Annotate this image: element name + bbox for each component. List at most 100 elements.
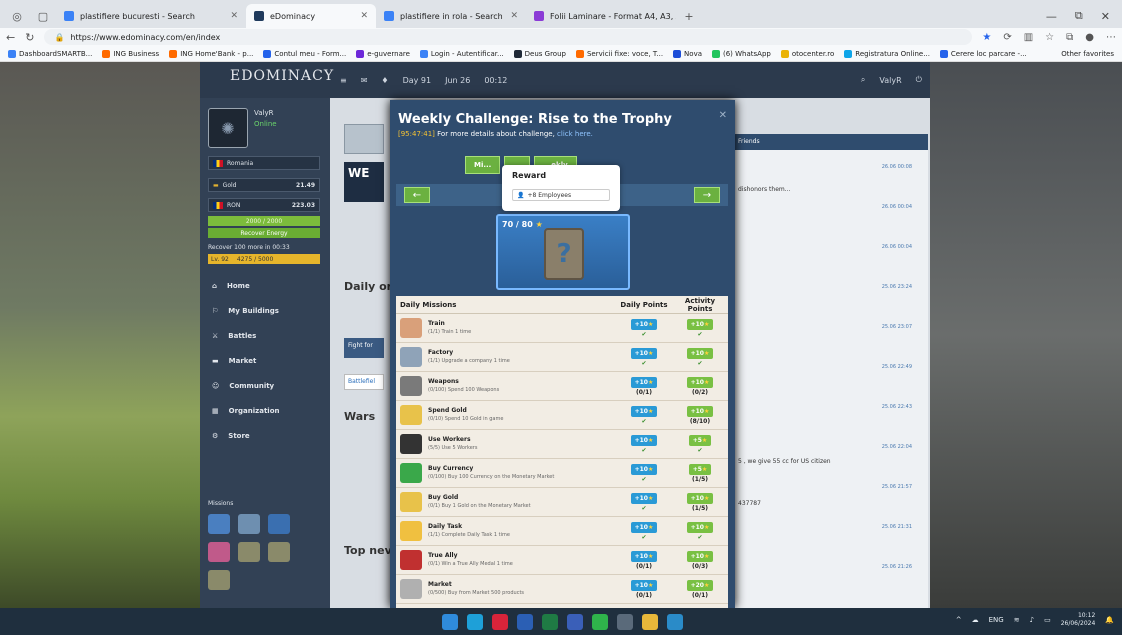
bookmark-item[interactable]: Cerere loc parcare -... [939,49,1027,58]
profile-name[interactable]: ValyR [254,108,277,119]
refresh-icon[interactable]: ↻ [25,31,34,44]
feed-timestamp[interactable]: 26.06 00:08 [852,164,912,170]
profile-icon[interactable]: ● [1085,32,1094,43]
browser-tab[interactable]: Folii Laminare - Format A4, A3, A✕ [526,4,676,28]
mission-icon[interactable] [238,542,260,562]
app-icon[interactable] [617,614,633,630]
bookmark-item[interactable]: Login - Autentificar... [419,49,504,58]
menu-icon[interactable]: ≡ [340,76,347,85]
bookmark-item[interactable]: Deus Group [513,49,566,58]
friends-tab[interactable]: Friends [734,134,928,150]
refresh-page-icon[interactable]: ⟳ [1003,32,1011,43]
details-link[interactable]: click here. [557,130,593,138]
bookmark-item[interactable]: Servicii fixe: voce, T... [575,49,663,58]
avatar[interactable]: ✺ [208,108,248,148]
reward-chest-card[interactable]: 70 / 80 ★ ? [496,214,630,290]
browser-tab[interactable]: plastifiere bucuresti - Search ✕ [56,4,246,28]
restore-icon[interactable]: ⧉ [1075,9,1083,23]
battery-icon[interactable]: ▭ [1044,616,1051,624]
close-window-icon[interactable]: ✕ [1101,10,1110,23]
back-icon[interactable]: ← [6,31,15,44]
bookmark-item[interactable]: e-guvernare [356,49,410,58]
bell-icon[interactable]: ♦ [381,76,388,85]
tab-missions[interactable]: Mi... [465,156,501,174]
country-row[interactable]: Romania [208,156,320,170]
next-arrow-button[interactable]: → [694,187,720,203]
browser-tab-active[interactable]: eDominacy ✕ [246,4,376,28]
feed-timestamp[interactable]: 25.06 22:43 [852,404,912,410]
windows-start-icon[interactable] [442,614,458,630]
sidebar-item-store[interactable]: ⚙ Store [200,424,330,448]
previous-arrow-button[interactable]: ← [404,187,430,203]
split-icon[interactable]: ▥ [1024,32,1033,43]
power-icon[interactable]: ⏻ [916,75,922,85]
bookmark-item[interactable]: otocenter.ro [780,49,834,58]
volume-icon[interactable]: ♪ [1030,616,1034,624]
other-favorites[interactable]: Other favorites [1061,50,1114,58]
workspaces-icon[interactable]: ◎ [4,4,30,28]
sidebar-item-battles[interactable]: ⚔ Battles [200,324,330,348]
user-menu[interactable]: ValyR [879,76,901,85]
close-icon[interactable]: ✕ [510,11,518,21]
mission-icon[interactable] [268,514,290,534]
favorite-star-icon[interactable]: ★ [982,32,991,43]
bookmark-item[interactable]: ING Home'Bank - p... [169,49,253,58]
collections-icon[interactable]: ⧉ [1066,32,1073,43]
bookmark-item[interactable]: Registratura Online... [844,49,930,58]
notification-icon[interactable]: 🔔 [1105,616,1114,624]
feed-timestamp[interactable]: 25.06 23:07 [852,324,912,330]
feed-timestamp[interactable]: 25.06 21:31 [852,524,912,530]
mission-icon[interactable] [208,570,230,590]
game-logo[interactable]: EDOMINACY [230,68,334,84]
close-icon[interactable]: ✕ [360,11,368,21]
fight-button[interactable]: Fight for [344,338,384,358]
wifi-icon[interactable]: ≋ [1014,616,1020,624]
bookmark-item[interactable]: (6) WhatsApp [712,49,771,58]
chevron-up-icon[interactable]: ^ [956,616,962,624]
search-icon[interactable]: ⌕ [861,75,865,85]
close-icon[interactable]: ✕ [230,11,238,21]
minimize-icon[interactable]: — [1046,10,1057,23]
favorites-icon[interactable]: ☆ [1045,32,1054,43]
recover-energy-button[interactable]: Recover Energy [208,228,320,238]
app-icon[interactable] [667,614,683,630]
mission-icon[interactable] [208,542,230,562]
file-explorer-icon[interactable] [642,614,658,630]
feed-timestamp[interactable]: 25.06 22:04 [852,444,912,450]
mission-icon[interactable] [208,514,230,534]
sidebar-item-my-buildings[interactable]: ⚐ My Buildings [200,299,330,323]
url-field[interactable]: 🔒 https://www.edominacy.com/en/index [44,29,973,45]
excel-icon[interactable] [542,614,558,630]
browser-tab[interactable]: plastifiere in rola - Search ✕ [376,4,526,28]
feed-timestamp[interactable]: 25.06 22:49 [852,364,912,370]
sidebar-item-home[interactable]: ⌂ Home [200,274,330,298]
bookmark-item[interactable]: DashboardSMARTB... [8,49,92,58]
sidebar-item-market[interactable]: ▬ Market [200,349,330,373]
bookmark-item[interactable]: Nova [673,49,702,58]
feed-timestamp[interactable]: 25.06 21:57 [852,484,912,490]
edge-icon[interactable] [467,614,483,630]
cloud-icon[interactable]: ☁ [972,616,979,624]
language-indicator[interactable]: ENG [989,616,1004,624]
feed-timestamp[interactable]: 26.06 00:04 [852,244,912,250]
whatsapp-icon[interactable] [592,614,608,630]
mission-icon[interactable] [238,514,260,534]
word-icon[interactable] [517,614,533,630]
more-icon[interactable]: ⋯ [1106,32,1116,43]
feed-timestamp[interactable]: 25.06 21:26 [852,564,912,570]
bookmark-item[interactable]: ING Business [102,49,159,58]
close-icon[interactable]: ✕ [719,110,727,121]
app-icon[interactable] [567,614,583,630]
opera-icon[interactable] [492,614,508,630]
system-clock[interactable]: 10:12 26/06/2024 [1061,612,1096,628]
mail-icon[interactable]: ✉ [361,76,368,85]
new-tab-button[interactable]: + [676,4,702,28]
sidebar-item-community[interactable]: ☺ Community [200,374,330,398]
battlefield-link[interactable]: Battlefiel [344,374,384,390]
feed-timestamp[interactable]: 25.06 23:24 [852,284,912,290]
banner[interactable]: WE [344,162,384,202]
mission-icon[interactable] [268,542,290,562]
sidebar-item-organization[interactable]: ▦ Organization [200,399,330,423]
bookmark-item[interactable]: Contul meu - Form... [263,49,346,58]
feed-timestamp[interactable]: 26.06 00:04 [852,204,912,210]
